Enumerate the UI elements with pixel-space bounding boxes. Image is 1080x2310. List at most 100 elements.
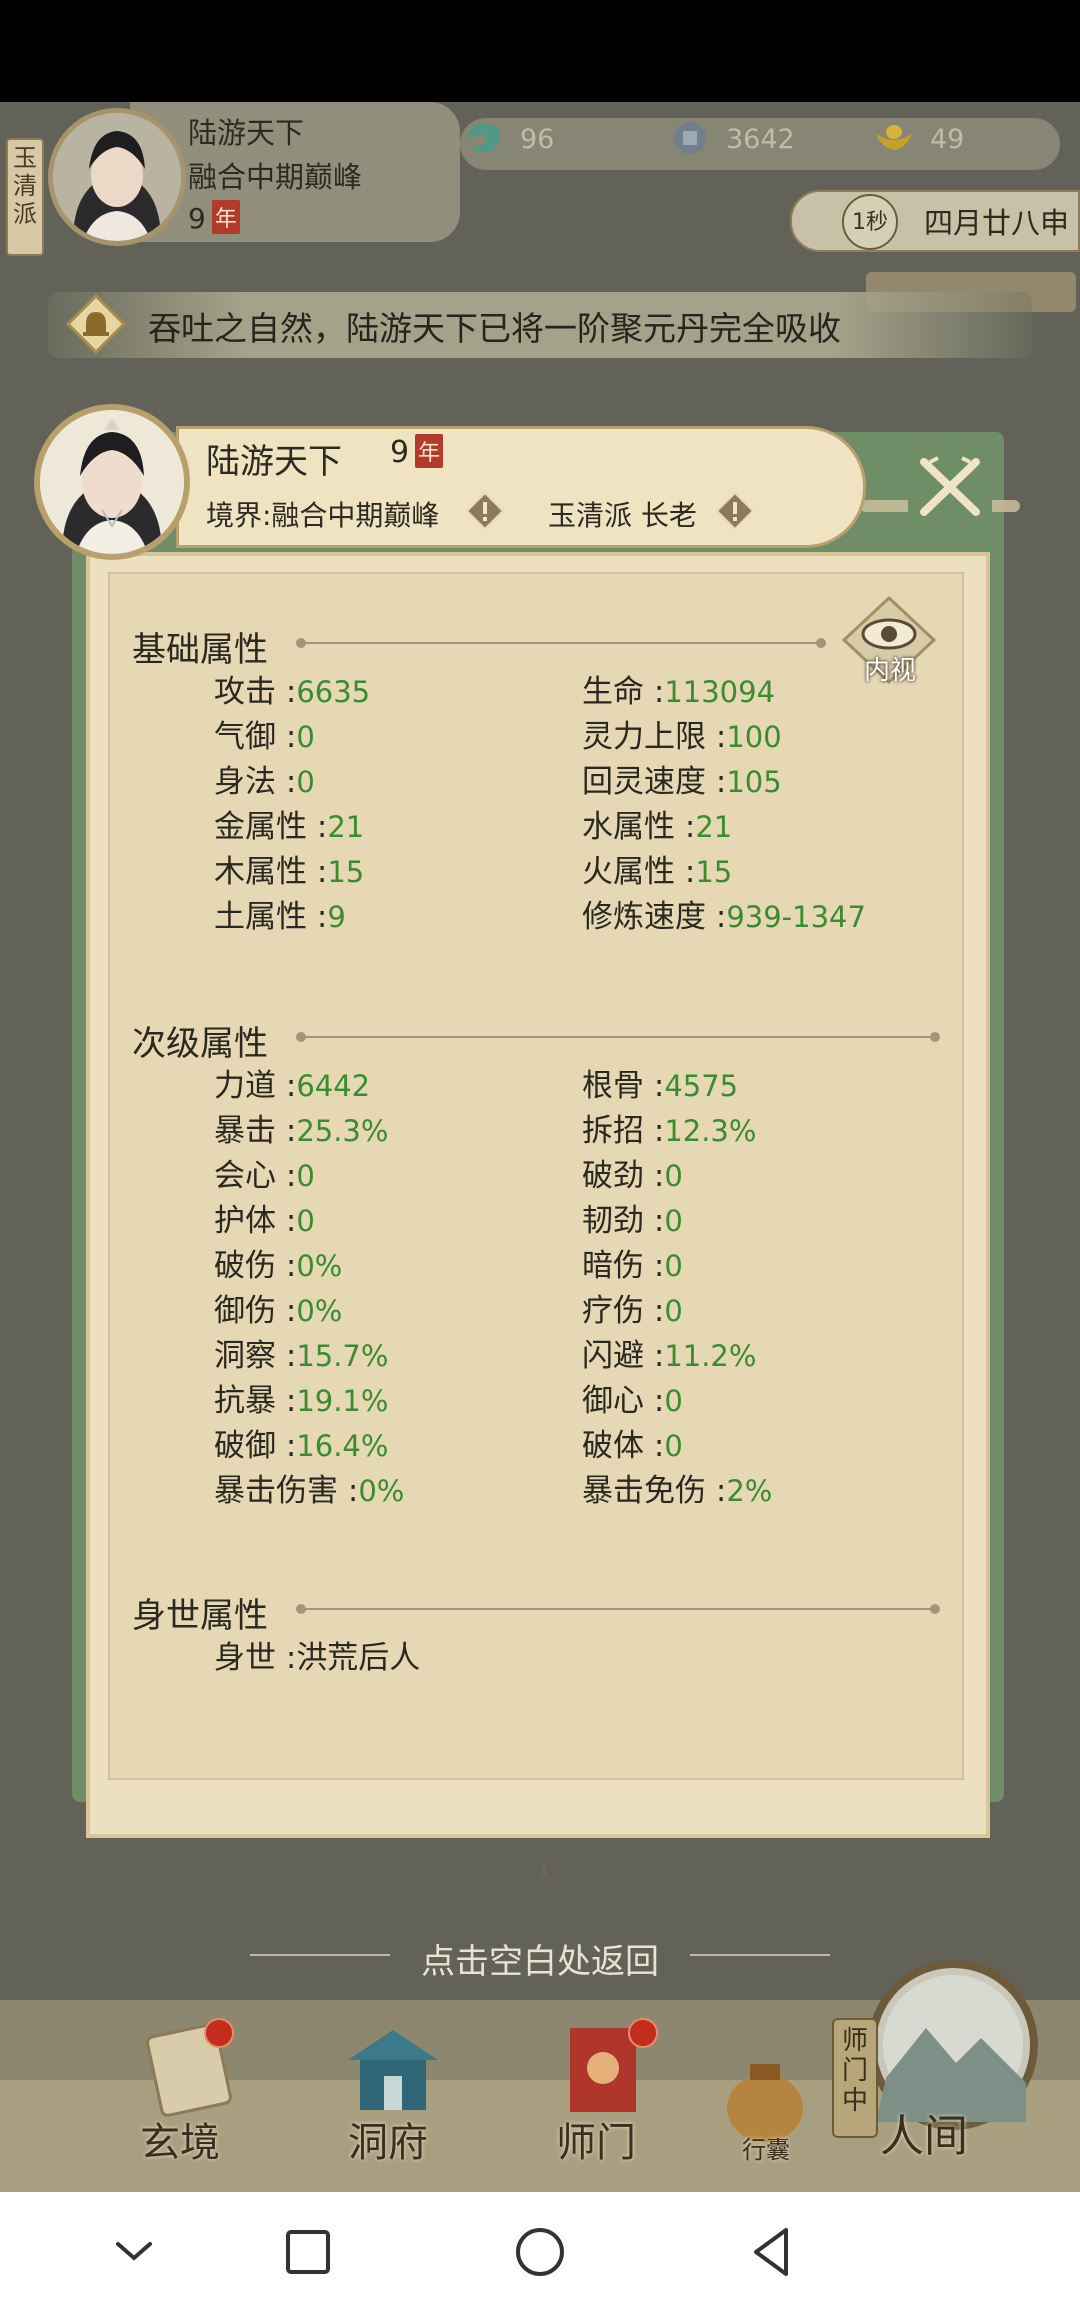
stat-item: 水属性 :21 bbox=[582, 807, 732, 847]
resource-gold[interactable]: 49 bbox=[876, 124, 964, 155]
stat-label: 会心 : bbox=[214, 1158, 297, 1194]
stat-label: 金属性 : bbox=[214, 809, 328, 845]
stat-item: 暗伤 :0 bbox=[582, 1246, 683, 1286]
profile-age: 9年 bbox=[390, 434, 444, 470]
profile-name: 陆游天下 bbox=[206, 442, 342, 482]
hud-player-name: 陆游天下 bbox=[188, 116, 305, 150]
stat-value: 21 bbox=[327, 810, 365, 844]
stat-value: 0 bbox=[296, 1159, 315, 1193]
stat-value: 15 bbox=[327, 855, 365, 889]
stat-value: 25.3% bbox=[296, 1114, 389, 1148]
stat-label: 破伤 : bbox=[214, 1248, 297, 1284]
stat-item: 疗伤 :0 bbox=[582, 1291, 683, 1331]
nav-label-shimen[interactable]: 师门 bbox=[556, 2110, 636, 2168]
profile-avatar bbox=[34, 404, 190, 560]
stat-label: 韧劲 : bbox=[582, 1203, 665, 1239]
stat-item: 会心 :0 bbox=[214, 1156, 315, 1196]
stat-value: 0 bbox=[664, 1249, 683, 1283]
stat-item: 护体 :0 bbox=[214, 1201, 315, 1241]
stat-item: 韧劲 :0 bbox=[582, 1201, 683, 1241]
stat-item: 破体 :0 bbox=[582, 1426, 683, 1466]
stat-value: 0% bbox=[296, 1294, 343, 1328]
stat-label: 木属性 : bbox=[214, 854, 328, 890]
back-triangle-icon[interactable] bbox=[742, 2222, 802, 2282]
nav-label-renjian[interactable]: 人间 bbox=[880, 2100, 968, 2164]
stat-value: 0 bbox=[664, 1294, 683, 1328]
speed-toggle-button[interactable]: 1秒 bbox=[842, 194, 898, 250]
stat-value: 0 bbox=[664, 1384, 683, 1418]
stat-value: 15.7% bbox=[296, 1339, 389, 1373]
stat-label: 土属性 : bbox=[214, 899, 328, 935]
stat-label: 闪避 : bbox=[582, 1338, 665, 1374]
stat-value: 6442 bbox=[296, 1069, 371, 1103]
stat-item: 闪避 :11.2% bbox=[582, 1336, 756, 1376]
year-badge: 年 bbox=[415, 434, 444, 468]
status-bar-area bbox=[0, 0, 1080, 102]
stat-value: 0 bbox=[296, 720, 315, 754]
recents-square-icon[interactable] bbox=[278, 2222, 338, 2282]
chevron-down-icon[interactable] bbox=[104, 2222, 164, 2282]
stat-item: 根骨 :4575 bbox=[582, 1066, 738, 1106]
section-title-origin: 身世属性 bbox=[132, 1596, 268, 1636]
nav-label-xingnang[interactable]: 行囊 bbox=[742, 2130, 790, 2165]
stat-value: 105 bbox=[726, 765, 782, 799]
stat-label: 身世 : bbox=[214, 1640, 297, 1676]
stat-label: 护体 : bbox=[214, 1203, 297, 1239]
stat-label: 破体 : bbox=[582, 1428, 665, 1464]
inner-view-label[interactable]: 内视 bbox=[848, 650, 932, 687]
profile-sect: 玉清派 长老 bbox=[548, 499, 697, 532]
resource-spirit[interactable]: 96 bbox=[468, 124, 555, 155]
stat-label: 身法 : bbox=[214, 764, 297, 800]
stat-item: 暴击免伤 :2% bbox=[582, 1471, 772, 1511]
stat-item: 暴击伤害 :0% bbox=[214, 1471, 404, 1511]
stat-label: 拆招 : bbox=[582, 1113, 665, 1149]
stat-item: 拆招 :12.3% bbox=[582, 1111, 756, 1151]
stat-label: 抗暴 : bbox=[214, 1383, 297, 1419]
stat-label: 疗伤 : bbox=[582, 1293, 665, 1329]
game-date: 四月廿八申 bbox=[924, 206, 1070, 240]
hint-deco-right bbox=[690, 1954, 830, 1956]
stat-label: 生命 : bbox=[582, 674, 665, 710]
stat-value: 0 bbox=[296, 765, 315, 799]
stat-item: 身法 :0 bbox=[214, 762, 315, 802]
spirit-stone-icon bbox=[468, 124, 501, 152]
hud-avatar[interactable] bbox=[48, 108, 186, 246]
bell-icon bbox=[66, 294, 126, 354]
stat-label: 力道 : bbox=[214, 1068, 297, 1104]
year-badge: 年 bbox=[211, 200, 240, 234]
stat-label: 气御 : bbox=[214, 719, 297, 755]
sect-info-icon[interactable] bbox=[716, 492, 754, 530]
hud-realm: 融合中期巅峰 bbox=[188, 160, 363, 194]
realm-info-icon[interactable] bbox=[466, 492, 504, 530]
stat-item: 洞察 :15.7% bbox=[214, 1336, 388, 1376]
home-circle-icon[interactable] bbox=[510, 2222, 570, 2282]
stat-value: 21 bbox=[695, 810, 733, 844]
profile-realm: 境界:融合中期巅峰 bbox=[206, 499, 440, 532]
section-title-basic: 基础属性 bbox=[132, 630, 268, 670]
stat-item: 金属性 :21 bbox=[214, 807, 364, 847]
resource-coin[interactable]: 3642 bbox=[674, 122, 795, 155]
stat-item: 御伤 :0% bbox=[214, 1291, 342, 1331]
stat-item: 修炼速度 :939-1347 bbox=[582, 897, 866, 937]
stat-value: 0% bbox=[296, 1249, 343, 1283]
stat-label: 暗伤 : bbox=[582, 1248, 665, 1284]
resource-spirit-value: 96 bbox=[520, 124, 555, 155]
close-icon[interactable] bbox=[908, 452, 992, 522]
notification-dot bbox=[628, 2018, 658, 2048]
stat-value: 0 bbox=[296, 1204, 315, 1238]
gold-ingot-icon bbox=[876, 125, 912, 150]
stat-value: 19.1% bbox=[296, 1384, 389, 1418]
stat-value: 100 bbox=[726, 720, 782, 754]
stat-label: 灵力上限 : bbox=[582, 719, 727, 755]
stat-value: 11.2% bbox=[664, 1339, 757, 1373]
sect-tag: 玉清派 bbox=[6, 138, 44, 256]
nav-label-dongfu[interactable]: 洞府 bbox=[348, 2110, 428, 2168]
stat-item: 灵力上限 :100 bbox=[582, 717, 782, 757]
stat-label: 水属性 : bbox=[582, 809, 696, 845]
stat-item: 力道 :6442 bbox=[214, 1066, 370, 1106]
stat-item: 回灵速度 :105 bbox=[582, 762, 782, 802]
nav-label-xuanjing[interactable]: 玄境 bbox=[140, 2110, 220, 2168]
stat-label: 破御 : bbox=[214, 1428, 297, 1464]
stat-item: 破劲 :0 bbox=[582, 1156, 683, 1196]
stat-label: 暴击免伤 : bbox=[582, 1473, 727, 1509]
